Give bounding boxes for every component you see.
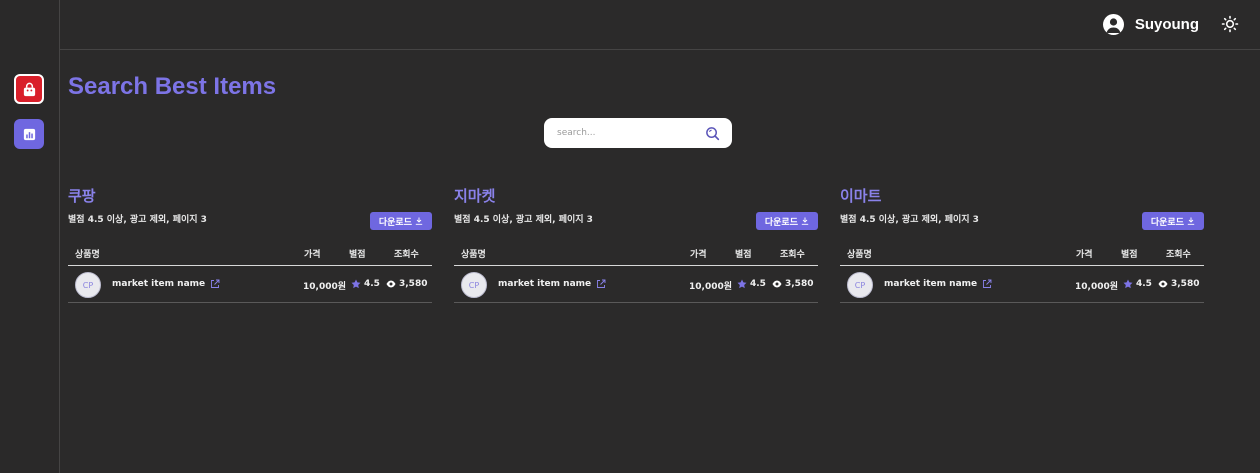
header-rating: 별점 — [735, 250, 752, 260]
download-icon — [415, 217, 423, 225]
external-link-icon[interactable] — [596, 279, 606, 289]
external-link-icon[interactable] — [982, 279, 992, 289]
theme-toggle-button[interactable] — [1221, 15, 1239, 33]
stats-nav-button[interactable] — [14, 119, 44, 149]
table-row[interactable]: CP market item name 10,000원 4.5 3,580 — [840, 267, 1204, 303]
item-views: 3,580 — [772, 279, 813, 289]
star-icon — [351, 279, 361, 289]
download-button[interactable]: 다운로드 — [1141, 212, 1204, 230]
page-title: Search Best Items — [68, 73, 277, 100]
panel-subtitle: 별점 4.5 이상, 광고 제외, 페이지 3 — [68, 215, 207, 225]
star-icon — [1123, 279, 1133, 289]
panel-subtitle: 별점 4.5 이상, 광고 제외, 페이지 3 — [840, 215, 979, 225]
market-panel: 지마켓 별점 4.5 이상, 광고 제외, 페이지 3 다운로드 상품명 가격 … — [454, 185, 818, 303]
item-price: 10,000원 — [1075, 282, 1119, 292]
bar-chart-icon — [23, 128, 35, 140]
download-label: 다운로드 — [1150, 217, 1184, 228]
search-box[interactable] — [544, 118, 732, 148]
item-price: 10,000원 — [303, 282, 347, 292]
item-views-value: 3,580 — [399, 279, 428, 289]
item-avatar: CP — [461, 272, 487, 298]
table-row[interactable]: CP market item name 10,000원 4.5 3,580 — [68, 267, 432, 303]
item-rating: 4.5 — [1123, 279, 1152, 289]
item-price: 10,000원 — [689, 282, 733, 292]
item-rating-value: 4.5 — [364, 279, 380, 289]
header-product: 상품명 — [75, 250, 100, 260]
download-label: 다운로드 — [764, 217, 798, 228]
download-label: 다운로드 — [378, 217, 412, 228]
item-views: 3,580 — [1158, 279, 1199, 289]
item-views: 3,580 — [386, 279, 427, 289]
header-rating: 별점 — [1121, 250, 1138, 260]
panel-title: 쿠팡 — [68, 188, 96, 205]
table-header: 상품명 가격 별점 조회수 — [840, 240, 1204, 266]
header-product: 상품명 — [847, 250, 872, 260]
sun-icon — [1221, 15, 1239, 33]
item-rating-value: 4.5 — [1136, 279, 1152, 289]
item-views-value: 3,580 — [785, 279, 814, 289]
item-rating: 4.5 — [737, 279, 766, 289]
panel-subtitle: 별점 4.5 이상, 광고 제외, 페이지 3 — [454, 215, 593, 225]
header-views: 조회수 — [394, 250, 419, 260]
header-price: 가격 — [690, 250, 707, 260]
header-views: 조회수 — [780, 250, 805, 260]
item-name: market item name — [884, 279, 978, 289]
username: Suyoung — [1134, 16, 1199, 33]
search-icon[interactable] — [705, 126, 720, 141]
panel-title: 지마켓 — [454, 188, 496, 205]
shopping-bag-icon — [23, 82, 35, 96]
external-link-icon[interactable] — [210, 279, 220, 289]
item-rating-value: 4.5 — [750, 279, 766, 289]
table-row[interactable]: CP market item name 10,000원 4.5 3,580 — [454, 267, 818, 303]
panel-title: 이마트 — [840, 188, 882, 205]
download-button[interactable]: 다운로드 — [755, 212, 818, 230]
download-icon — [1187, 217, 1195, 225]
sidebar — [0, 0, 60, 473]
item-rating: 4.5 — [351, 279, 380, 289]
header-price: 가격 — [304, 250, 321, 260]
shop-nav-button[interactable] — [14, 74, 44, 104]
star-icon — [737, 279, 747, 289]
item-avatar: CP — [75, 272, 101, 298]
item-name: market item name — [112, 279, 206, 289]
eye-icon — [1158, 280, 1168, 288]
download-button[interactable]: 다운로드 — [369, 212, 432, 230]
item-avatar: CP — [847, 272, 873, 298]
market-panel: 이마트 별점 4.5 이상, 광고 제외, 페이지 3 다운로드 상품명 가격 … — [840, 185, 1204, 303]
eye-icon — [386, 280, 396, 288]
header-rating: 별점 — [349, 250, 366, 260]
header-product: 상품명 — [461, 250, 486, 260]
top-bar: Suyoung — [60, 0, 1260, 50]
eye-icon — [772, 280, 782, 288]
download-icon — [801, 217, 809, 225]
item-views-value: 3,580 — [1171, 279, 1200, 289]
table-header: 상품명 가격 별점 조회수 — [68, 240, 432, 266]
item-name: market item name — [498, 279, 592, 289]
search-input[interactable] — [557, 128, 705, 138]
header-price: 가격 — [1076, 250, 1093, 260]
table-header: 상품명 가격 별점 조회수 — [454, 240, 818, 266]
user-avatar-icon — [1102, 14, 1124, 35]
header-views: 조회수 — [1166, 250, 1191, 260]
market-panel: 쿠팡 별점 4.5 이상, 광고 제외, 페이지 3 다운로드 상품명 가격 별… — [68, 185, 432, 303]
user-menu[interactable]: Suyoung — [1102, 14, 1199, 35]
